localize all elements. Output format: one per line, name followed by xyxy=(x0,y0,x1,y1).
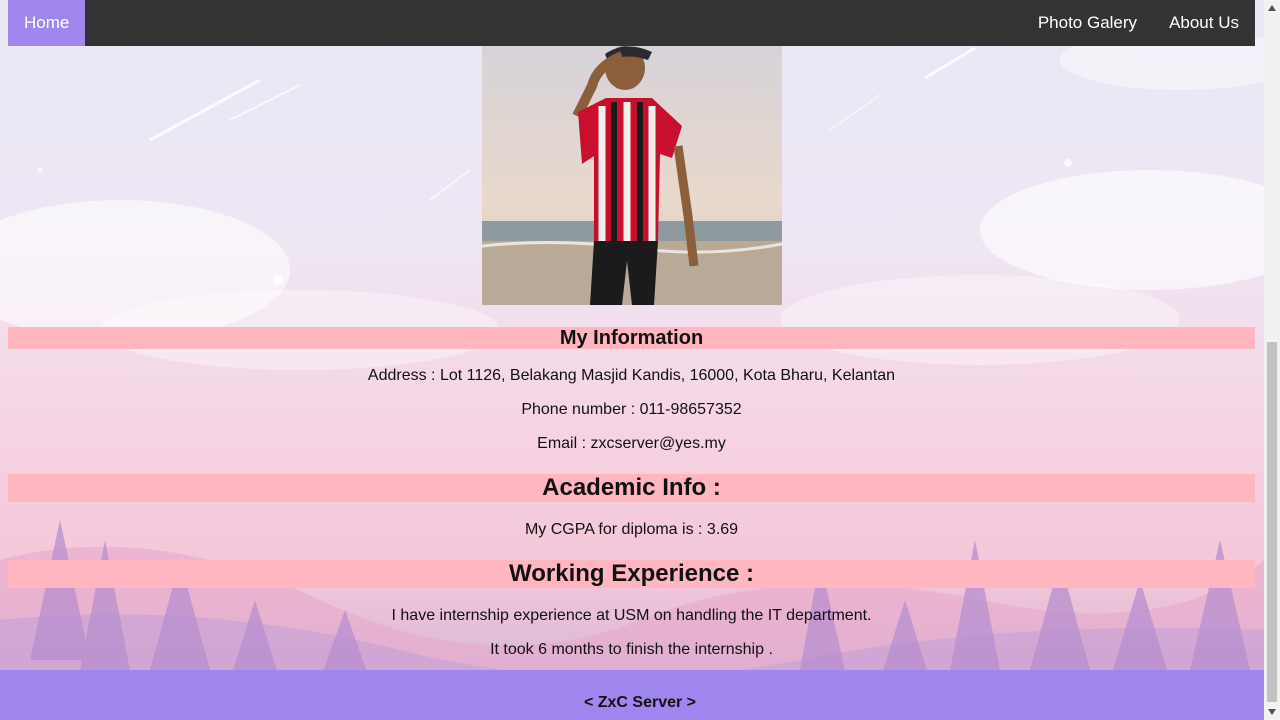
my-information-heading: My Information xyxy=(8,327,1255,349)
cgpa-text: My CGPA for diploma is : 3.69 xyxy=(524,521,739,538)
internship-text: I have internship experience at USM on h… xyxy=(391,607,872,624)
internship-duration-text: It took 6 months to finish the internshi… xyxy=(490,641,773,658)
nav-home-link[interactable]: Home xyxy=(8,0,86,46)
vertical-scrollbar[interactable] xyxy=(1264,0,1280,720)
top-navbar: Home Photo Galery About Us xyxy=(8,0,1255,46)
nav-about-us-link[interactable]: About Us xyxy=(1153,0,1255,46)
address-text: Address : Lot 1126, Belakang Masjid Kand… xyxy=(367,367,896,384)
academic-info-heading: Academic Info : xyxy=(8,474,1255,502)
scroll-up-arrow-icon[interactable] xyxy=(1264,0,1280,16)
working-experience-heading: Working Experience : xyxy=(8,560,1255,588)
email-text: Email : zxcserver@yes.my xyxy=(537,435,726,452)
scroll-down-arrow-icon[interactable] xyxy=(1264,704,1280,720)
nav-photo-gallery-link[interactable]: Photo Galery xyxy=(1022,0,1153,46)
phone-text: Phone number : 011-98657352 xyxy=(521,401,742,418)
footer-text: < ZxC Server > xyxy=(583,694,697,711)
profile-photo xyxy=(482,46,782,305)
scroll-thumb[interactable] xyxy=(1267,342,1277,702)
